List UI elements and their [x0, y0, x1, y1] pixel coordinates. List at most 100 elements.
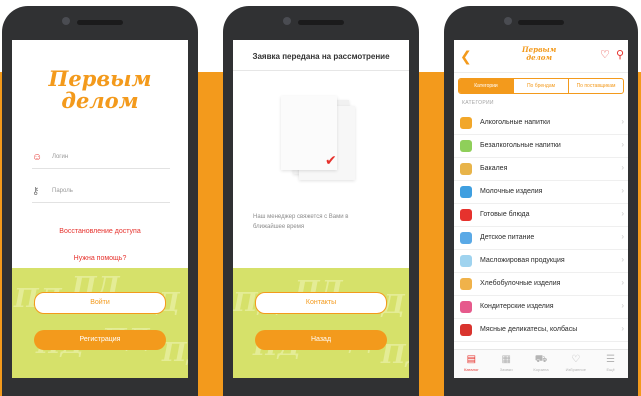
phone-top [444, 6, 638, 40]
heart-icon[interactable]: ♡ [600, 48, 610, 61]
section-label: КАТЕГОРИИ [462, 100, 494, 106]
category-icon [460, 140, 472, 152]
category-label: Готовые блюда [480, 211, 530, 218]
tab-label: Избранное [565, 367, 586, 372]
logo-line-1: Первым [48, 66, 152, 91]
search-icon[interactable]: ⚲ [616, 48, 624, 61]
category-item[interactable]: Молочные изделия › [454, 181, 628, 204]
need-help-link[interactable]: Нужна помощь? [12, 255, 188, 262]
chevron-right-icon: › [621, 209, 624, 218]
tab-favorites[interactable]: ♡ Избранное [558, 350, 593, 378]
header-divider [233, 70, 409, 71]
bottom-tab-bar: ▤ Каталог ▦ Заявки ⛟ Корзина ♡ Избранное… [454, 349, 628, 378]
category-item[interactable]: Алкогольные напитки › [454, 112, 628, 135]
category-item[interactable]: Безалкогольные напитки › [454, 135, 628, 158]
camera-icon [504, 17, 512, 25]
chevron-right-icon: › [621, 301, 624, 310]
brand-logo: Первым делом [522, 46, 556, 62]
category-item[interactable]: Хлебобулочные изделия › [454, 273, 628, 296]
segment-brands[interactable]: По брендам [513, 79, 568, 93]
request-message: Наш менеджер свяжется с Вами в ближайшее… [253, 214, 349, 230]
speaker-grille [77, 20, 123, 25]
check-icon: ✔ [325, 152, 337, 168]
category-label: Алкогольные напитки [480, 119, 551, 126]
chevron-right-icon: › [621, 278, 624, 287]
orders-icon: ▦ [501, 354, 511, 365]
password-field[interactable]: ⚷ Пароль [32, 186, 170, 203]
category-icon [460, 209, 472, 221]
login-field[interactable]: ☺ Логин [32, 152, 170, 169]
back-chevron-icon[interactable]: ❮ [460, 48, 472, 65]
chevron-right-icon: › [621, 232, 624, 241]
category-label: Хлебобулочные изделия [480, 280, 561, 287]
request-screen: Заявка передана на рассмотрение ✔ Наш ме… [233, 40, 409, 378]
login-placeholder: Логин [52, 154, 69, 160]
category-item[interactable]: Бакалея › [454, 158, 628, 181]
category-icon [460, 232, 472, 244]
category-label: Кондитерские изделия [480, 303, 554, 310]
camera-icon [283, 17, 291, 25]
tab-more[interactable]: ☰ Ещё [593, 350, 628, 378]
request-title: Заявка передана на рассмотрение [252, 52, 390, 61]
logo-line-2: делом [526, 53, 553, 62]
speaker-grille [518, 20, 564, 25]
camera-icon [62, 17, 70, 25]
phone-login: Первым делом ☺ Логин ⚷ Пароль Восстановл… [2, 6, 198, 396]
login-button[interactable]: Войти [34, 292, 166, 314]
category-label: Безалкогольные напитки [480, 142, 561, 149]
tab-label: Заявки [499, 367, 513, 372]
register-button[interactable]: Регистрация [34, 330, 166, 350]
cart-icon: ⛟ [534, 354, 548, 365]
category-icon [460, 117, 472, 129]
catalog-screen: ❮ Первым делом ♡ ⚲ Категории По брендам … [454, 40, 628, 378]
category-icon [460, 324, 472, 336]
category-item[interactable]: Детское питание › [454, 227, 628, 250]
segment-suppliers[interactable]: По поставщикам [568, 79, 623, 93]
phone-top [223, 6, 419, 40]
contacts-button[interactable]: Контакты [255, 292, 387, 314]
tab-label: Ещё [606, 367, 615, 372]
category-icon [460, 163, 472, 175]
category-label: Бакалея [480, 165, 508, 172]
phone-catalog: ❮ Первым делом ♡ ⚲ Категории По брендам … [444, 6, 638, 396]
category-icon [460, 301, 472, 313]
category-list: Алкогольные напитки › Безалкогольные нап… [454, 112, 628, 342]
category-item[interactable]: Масложировая продукция › [454, 250, 628, 273]
pattern-glyph: ПД [162, 338, 188, 368]
chevron-right-icon: › [621, 255, 624, 264]
tab-catalog[interactable]: ▤ Каталог [454, 350, 489, 378]
catalog-icon: ▤ [466, 354, 477, 365]
category-item[interactable]: Кондитерские изделия › [454, 296, 628, 319]
category-icon [460, 255, 472, 267]
key-icon: ⚷ [32, 186, 40, 197]
category-icon [460, 278, 472, 290]
chevron-right-icon: › [621, 186, 624, 195]
logo-line-2: делом [61, 88, 139, 113]
segment-categories[interactable]: Категории [459, 79, 513, 93]
tab-label: Каталог [464, 367, 479, 372]
password-placeholder: Пароль [52, 188, 73, 194]
phone-request: Заявка передана на рассмотрение ✔ Наш ме… [223, 6, 419, 396]
user-icon: ☺ [32, 152, 43, 163]
catalog-segmented-control: Категории По брендам По поставщикам [458, 78, 624, 94]
chevron-right-icon: › [621, 117, 624, 126]
category-icon [460, 186, 472, 198]
back-button[interactable]: Назад [255, 330, 387, 350]
brand-logo: Первым делом [12, 68, 188, 112]
brand-pattern: ПД ПД ПД ПД ПД ПД [12, 268, 188, 378]
phone-top [2, 6, 198, 40]
tab-label: Корзина [533, 367, 549, 372]
category-item[interactable]: Готовые блюда › [454, 204, 628, 227]
chevron-right-icon: › [621, 324, 624, 333]
speaker-grille [298, 20, 344, 25]
tab-orders[interactable]: ▦ Заявки [489, 350, 524, 378]
login-screen: Первым делом ☺ Логин ⚷ Пароль Восстановл… [12, 40, 188, 378]
category-label: Масложировая продукция [480, 257, 565, 264]
category-item[interactable]: Мясные деликатесы, колбасы › [454, 319, 628, 342]
tab-cart[interactable]: ⛟ Корзина [524, 350, 559, 378]
restore-access-link[interactable]: Восстановление доступа [12, 228, 188, 235]
chevron-right-icon: › [621, 140, 624, 149]
heart-icon: ♡ [571, 354, 581, 365]
chevron-right-icon: › [621, 163, 624, 172]
brand-pattern: ПД ПД ПД ПД ПД ПД [233, 268, 409, 378]
